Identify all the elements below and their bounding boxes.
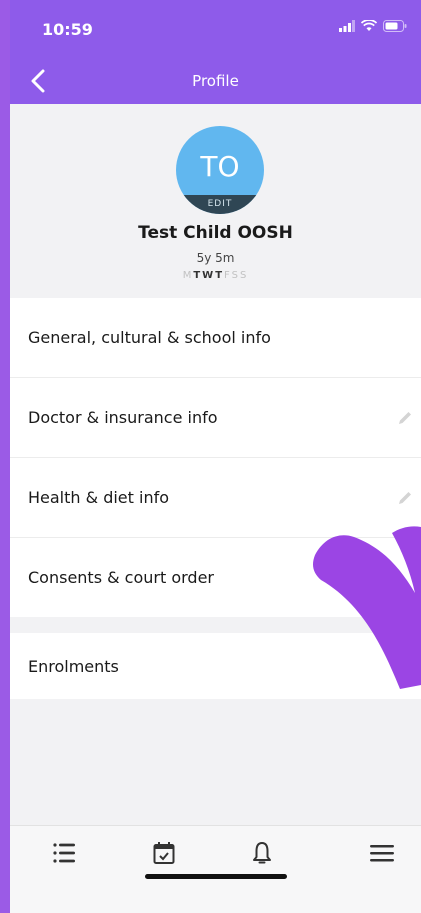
annotation-arrow-icon — [313, 526, 421, 689]
